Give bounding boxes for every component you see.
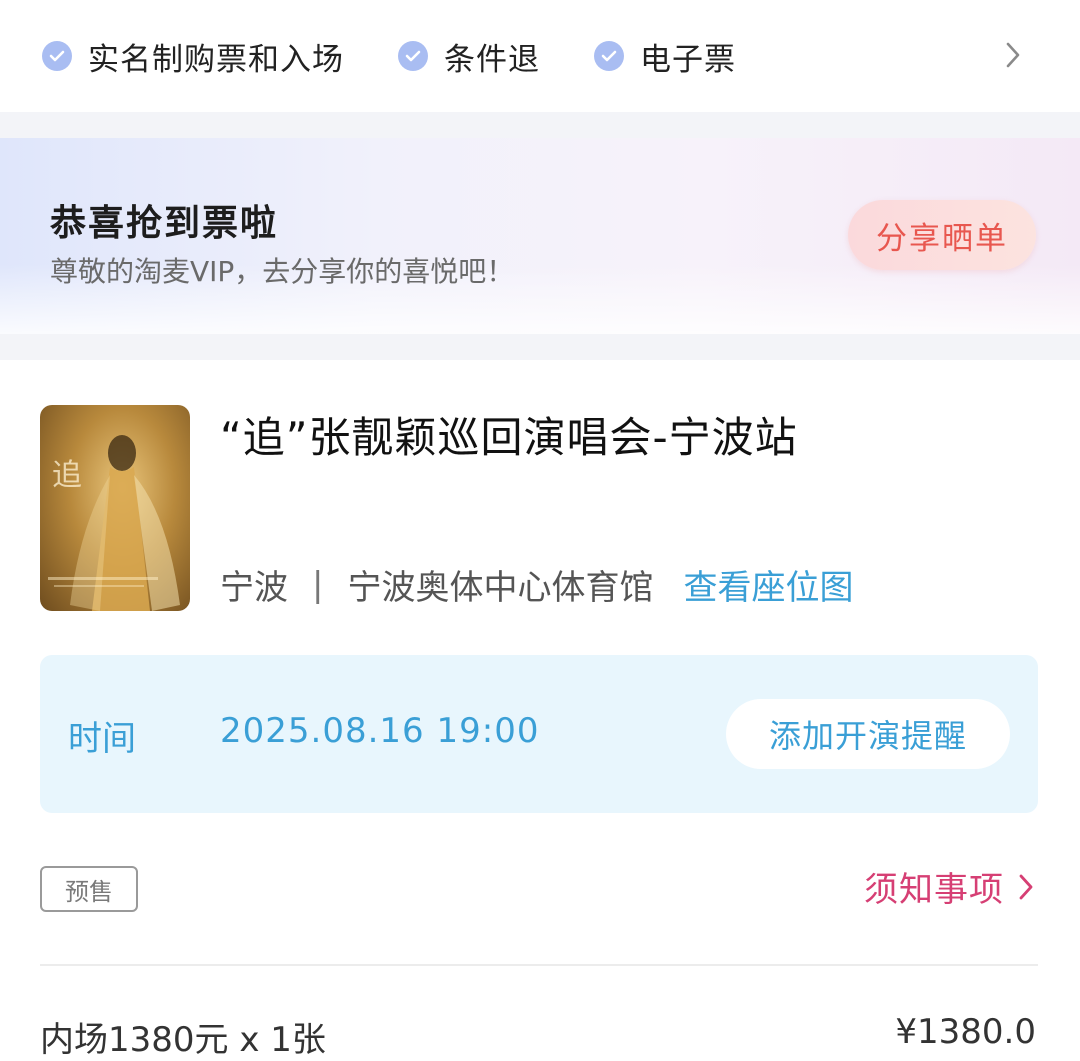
ticket-description: 内场1380元 x 1张 (40, 1020, 326, 1060)
svg-text:追: 追 (52, 458, 82, 493)
presale-badge: 预售 (40, 866, 138, 912)
feature-label: 电子票 (640, 41, 736, 78)
check-circle-icon (594, 41, 624, 71)
ticket-price: ¥1380.0 (895, 1012, 1036, 1052)
show-title: “追”张靓颖巡回演唱会-宁波站 (220, 413, 798, 462)
feature-conditional-refund: 条件退 (398, 34, 540, 79)
feature-real-name: 实名制购票和入场 (42, 34, 344, 79)
city-label: 宁波 (220, 568, 288, 608)
chevron-right-icon[interactable] (998, 40, 1028, 70)
check-circle-icon (398, 41, 428, 71)
venue-line: 宁波 | 宁波奥体中心体育馆 查看座位图 (220, 560, 853, 609)
feature-e-ticket: 电子票 (594, 34, 736, 79)
chevron-right-icon (1018, 872, 1040, 902)
congrats-banner: 恭喜抢到票啦 尊敬的淘麦VIP，去分享你的喜悦吧！ 分享晒单 (0, 138, 1080, 334)
venue-separator: | (312, 564, 324, 605)
section-gap (0, 334, 1080, 360)
notice-link[interactable]: 须知事项 (864, 862, 1040, 911)
feature-label: 条件退 (444, 41, 540, 78)
notice-label: 须知事项 (864, 870, 1004, 910)
feature-label: 实名制购票和入场 (88, 41, 344, 78)
add-reminder-button[interactable]: 添加开演提醒 (726, 699, 1010, 769)
poster-image[interactable]: 追 (40, 405, 190, 611)
banner-subtitle: 尊敬的淘麦VIP，去分享你的喜悦吧！ (50, 255, 515, 288)
ticket-card: 追 “追”张靓颖巡回演唱会-宁波站 宁波 | 宁波奥体中心体育馆 查看座位图 时… (0, 360, 1080, 1060)
time-value: 2025.08.16 19:00 (220, 711, 540, 751)
share-button[interactable]: 分享晒单 (848, 200, 1036, 270)
venue-name: 宁波奥体中心体育馆 (347, 568, 654, 608)
divider (40, 964, 1038, 966)
check-circle-icon (42, 41, 72, 71)
seat-map-link[interactable]: 查看座位图 (683, 560, 853, 609)
banner-title: 恭喜抢到票啦 (50, 203, 279, 244)
time-label: 时间 (68, 719, 136, 759)
time-panel: 时间 2025.08.16 19:00 添加开演提醒 (40, 655, 1038, 813)
service-features-bar[interactable]: 实名制购票和入场 条件退 电子票 (0, 0, 1080, 112)
section-gap (0, 112, 1080, 138)
